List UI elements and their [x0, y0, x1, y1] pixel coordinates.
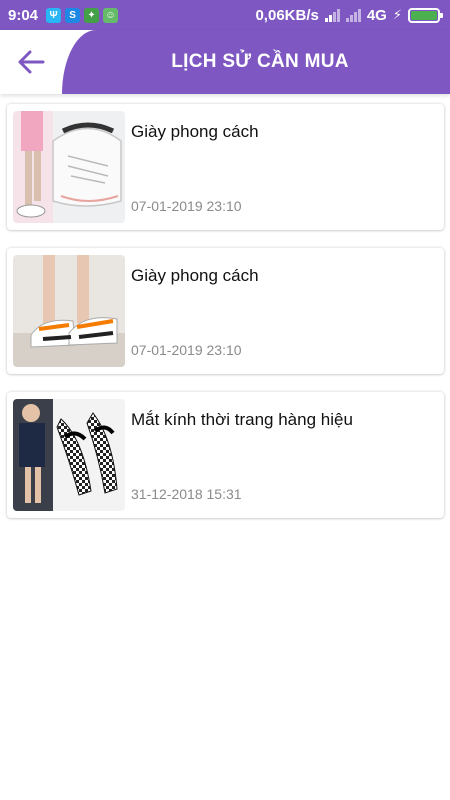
toolbar: LỊCH SỬ CẦN MUA: [0, 30, 450, 94]
item-name: Giày phong cách: [131, 266, 259, 285]
item-timestamp: 07-01-2019 23:10: [131, 198, 242, 214]
status-time: 9:04: [8, 6, 39, 24]
item-timestamp: 07-01-2019 23:10: [131, 342, 242, 358]
signal-strength-2-icon: [345, 8, 361, 22]
list-item[interactable]: Giày phong cách 07-01-2019 23:10: [7, 104, 444, 230]
puzzle-app-icon: ✦: [84, 7, 100, 23]
history-list: Giày phong cách 07-01-2019 23:10 Giày ph…: [7, 104, 444, 536]
item-name: Mắt kính thời trang hàng hiệu: [131, 410, 353, 429]
network-type: 4G: [366, 6, 387, 24]
list-item[interactable]: Mắt kính thời trang hàng hiệu 31-12-2018…: [7, 392, 444, 518]
orange-stripe-sneakers-photo: [13, 255, 125, 367]
charging-icon: ⚡: [392, 7, 402, 22]
arrow-left-icon: [18, 50, 45, 74]
notification-icons: Ψ S ✦ ☺: [46, 7, 119, 23]
battery-icon: [408, 7, 443, 23]
item-timestamp: 31-12-2018 15:31: [131, 486, 242, 502]
white-sneakers-photo: [13, 111, 125, 223]
skype-icon: S: [65, 7, 81, 23]
item-name: Giày phong cách: [131, 122, 259, 141]
network-speed: 0,06KB/s: [255, 6, 319, 24]
usb-debug-icon: Ψ: [46, 7, 62, 23]
android-app-icon: ☺: [103, 7, 119, 23]
list-item[interactable]: Giày phong cách 07-01-2019 23:10: [7, 248, 444, 374]
status-bar: 9:04 Ψ S ✦ ☺ 0,06KB/s 4G ⚡: [0, 0, 450, 30]
page-title: LỊCH SỬ CẦN MUA: [171, 51, 349, 72]
signal-strength-icon: [324, 8, 340, 22]
battery-level: [411, 10, 437, 20]
title-tab: LỊCH SỬ CẦN MUA: [62, 30, 450, 94]
back-button[interactable]: [0, 30, 62, 94]
checkered-heels-photo: [13, 399, 125, 511]
